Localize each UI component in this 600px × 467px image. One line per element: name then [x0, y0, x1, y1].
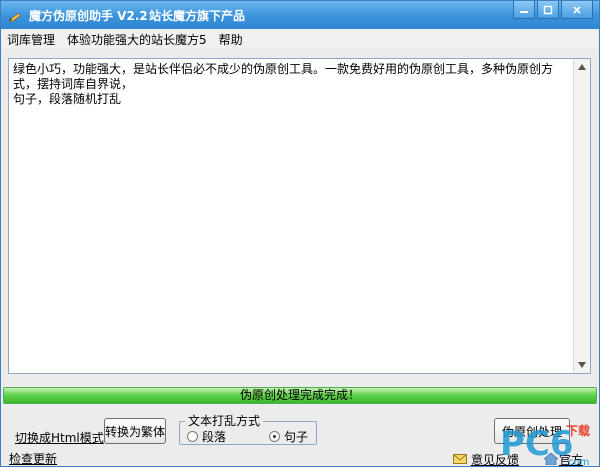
- scroll-down-button[interactable]: [574, 357, 590, 373]
- menu-bar: 词库管理 体验功能强大的站长魔方5 帮助: [1, 29, 599, 49]
- menu-item-mofang5[interactable]: 体验功能强大的站长魔方5: [67, 31, 207, 48]
- arrow-up-icon: [578, 64, 586, 70]
- svg-text:PC6: PC6: [500, 424, 574, 464]
- maximize-icon: [543, 5, 553, 14]
- text-line: 绿色小巧，功能强大，是站长伴侣必不成少的伪原创工具。一款免费好用的伪原创工具，多…: [13, 62, 554, 91]
- close-button[interactable]: [561, 1, 593, 19]
- app-subtitle: 站长魔方旗下产品: [149, 9, 246, 23]
- title-bar[interactable]: 魔方伪原创助手 V2.2 站长魔方旗下产品: [1, 1, 599, 29]
- app-title: 魔方伪原创助手 V2.2: [29, 9, 148, 23]
- pen-icon: [9, 12, 21, 23]
- pc6-watermark-logo: PC6 下载 com: [500, 423, 590, 467]
- maximize-button[interactable]: [537, 1, 559, 19]
- check-update-link[interactable]: 检查更新: [9, 450, 57, 467]
- svg-text:com: com: [568, 457, 589, 467]
- text-content[interactable]: 绿色小巧，功能强大，是站长伴侣必不成少的伪原创工具。一款免费好用的伪原创工具，多…: [9, 59, 573, 373]
- progress-status-bar: 伪原创处理完成完成！: [3, 387, 597, 404]
- arrow-down-icon: [578, 362, 586, 368]
- convert-traditional-button[interactable]: 转换为繁体: [104, 418, 166, 444]
- radio-sentence-circle: [269, 431, 280, 442]
- menu-item-help[interactable]: 帮助: [219, 31, 243, 48]
- scroll-up-button[interactable]: [574, 59, 590, 75]
- text-editor[interactable]: 绿色小巧，功能强大，是站长伴侣必不成少的伪原创工具。一款免费好用的伪原创工具，多…: [8, 58, 591, 374]
- radio-sentence[interactable]: 句子: [269, 428, 308, 445]
- vertical-scrollbar[interactable]: [573, 59, 590, 373]
- minimize-icon: [520, 10, 528, 13]
- shuffle-mode-title: 文本打乱方式: [185, 414, 264, 428]
- app-window: 魔方伪原创助手 V2.2 站长魔方旗下产品 词库管理 体验功能强大的站长魔方5 …: [0, 0, 600, 467]
- radio-paragraph-circle: [187, 431, 198, 442]
- switch-html-mode-link[interactable]: 切换成Html模式: [15, 429, 104, 446]
- menu-item-dictionary[interactable]: 词库管理: [7, 31, 55, 48]
- radio-paragraph[interactable]: 段落: [187, 428, 226, 445]
- text-line: 句子，段落随机打乱: [13, 92, 122, 106]
- svg-text:下载: 下载: [566, 423, 590, 438]
- envelope-icon: [453, 454, 467, 464]
- radio-sentence-label: 句子: [284, 430, 309, 444]
- radio-paragraph-label: 段落: [202, 430, 227, 444]
- minimize-button[interactable]: [513, 1, 535, 19]
- close-icon: [573, 5, 581, 14]
